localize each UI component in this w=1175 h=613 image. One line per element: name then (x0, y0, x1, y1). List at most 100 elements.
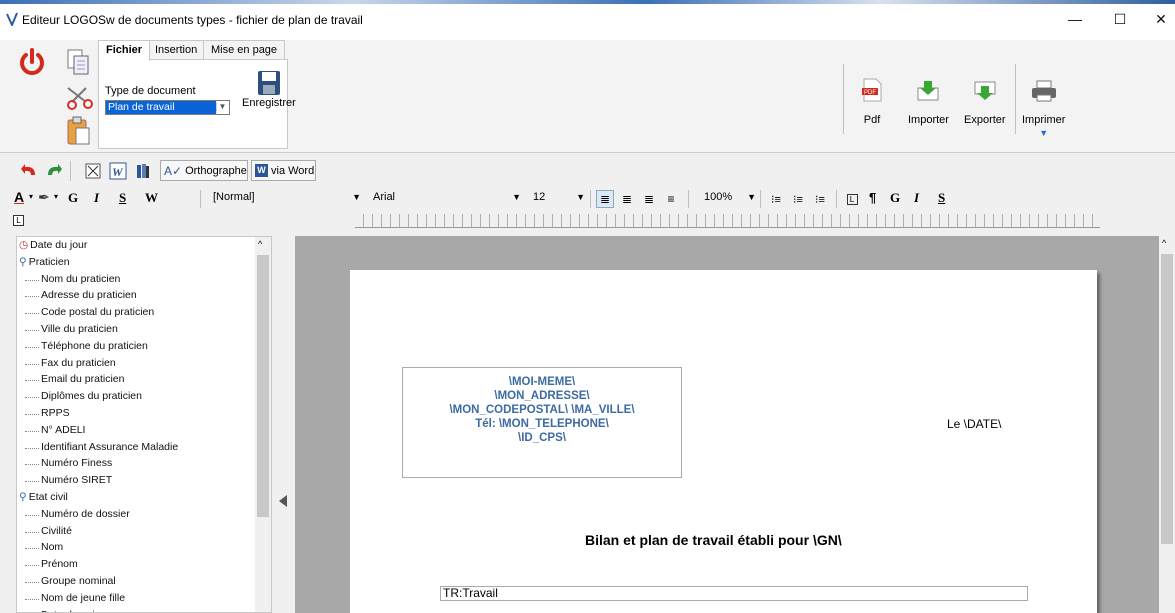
letterhead-line: \MON_CODEPOSTAL\ \MA_VILLE\ (449, 404, 635, 416)
highlight-dropdown-icon[interactable]: ▾ (54, 192, 58, 201)
travail-field[interactable]: TR:Travail (440, 586, 1028, 601)
collapse-left-icon[interactable] (277, 494, 289, 508)
clock-icon: ◷ (19, 239, 29, 251)
tree-scrollbar[interactable]: ^ (255, 237, 271, 612)
tree-connector (25, 430, 39, 432)
redo-icon[interactable] (45, 163, 63, 179)
font-color-dropdown-icon[interactable]: ▾ (29, 192, 33, 201)
word-doc-icon[interactable]: W (109, 162, 127, 180)
highlight-icon[interactable]: ✒ (38, 189, 50, 206)
person-icon: ⚲ (19, 255, 27, 268)
tree-item[interactable]: Ville du praticien (41, 323, 118, 335)
tree-item[interactable]: Nom du praticien (41, 273, 120, 285)
document-scroll-thumb[interactable] (1161, 254, 1173, 544)
align-left-button[interactable]: ≣ (596, 190, 614, 208)
tree-item[interactable]: Groupe nominal (41, 575, 116, 587)
document-scrollbar[interactable]: ^ (1159, 236, 1175, 613)
underline-button[interactable]: S (119, 190, 126, 206)
tree-connector (25, 565, 39, 567)
tab-type-icon[interactable]: L (13, 215, 24, 226)
align-right-button[interactable]: ≣ (640, 190, 658, 208)
tree-item[interactable]: Email du praticien (41, 373, 124, 385)
chevron-down-icon: ▼ (216, 102, 228, 113)
tree-item[interactable]: RPPS (41, 407, 70, 419)
tree-item[interactable]: Code postal du praticien (41, 306, 154, 318)
underline-style-button[interactable]: S (938, 190, 945, 206)
tree-group[interactable]: ⚲ Etat civil (19, 491, 68, 503)
bold-style-button[interactable]: G (890, 190, 900, 206)
print-button[interactable]: Imprimer ▼ (1022, 80, 1065, 138)
pilcrow-button[interactable]: ¶ (869, 190, 876, 205)
tree-group[interactable]: ⚲ Praticien (19, 256, 70, 268)
tab-insertion[interactable]: Insertion (147, 40, 206, 60)
ruler[interactable] (355, 214, 1100, 228)
tree-item[interactable]: Identifiant Assurance Maladie (41, 441, 178, 453)
print-label: Imprimer (1022, 114, 1066, 126)
power-icon[interactable] (18, 48, 46, 76)
zoom-select[interactable]: 100% ▼ (704, 191, 756, 207)
size-value: 12 (533, 191, 546, 203)
numbered-list-button[interactable]: ⁝≡ (767, 190, 785, 208)
spellcheck-button[interactable]: A✓ Orthographe (160, 160, 248, 181)
tree-item[interactable]: Numéro Finess (41, 457, 112, 469)
spellcheck-label: Orthographe (185, 164, 247, 177)
ribbon: Fichier Insertion Mise en page Type de d… (0, 40, 1175, 153)
tab-mise-en-page[interactable]: Mise en page (203, 40, 286, 60)
bullet-list-button[interactable]: ⁝≡ (789, 190, 807, 208)
minimize-button[interactable]: — (1060, 8, 1090, 30)
chevron-down-icon: ▼ (576, 192, 585, 202)
tab-fichier[interactable]: Fichier (98, 40, 151, 61)
align-center-button[interactable]: ≣ (618, 190, 636, 208)
close-button[interactable]: ✕ (1146, 8, 1175, 30)
tree-item[interactable]: Nom de jeune fille (41, 592, 125, 604)
undo-icon[interactable] (20, 163, 38, 179)
style-select[interactable]: [Normal] ▼ (213, 191, 361, 207)
paste-icon[interactable] (66, 116, 92, 146)
document-page[interactable]: \MOI-MEME\ \MON_ADRESSE\ \MON_CODEPOSTAL… (350, 270, 1097, 613)
ruler-row: L (0, 212, 1175, 230)
save-button[interactable]: Enregistrer (242, 70, 296, 109)
clear-format-icon[interactable] (84, 162, 102, 180)
tree-group[interactable]: ◷ Date du jour (19, 239, 87, 251)
tree-item[interactable]: Numéro de dossier (41, 508, 130, 520)
justify-button[interactable]: ≡ (662, 190, 680, 208)
tree-scroll-thumb[interactable] (257, 255, 269, 517)
splitter[interactable] (273, 236, 295, 613)
tree-item[interactable]: Numéro SIRET (41, 474, 112, 486)
bold-button[interactable]: G (68, 190, 78, 206)
tree-item[interactable]: Diplômes du praticien (41, 390, 142, 402)
tree-item[interactable]: Fax du praticien (41, 357, 116, 369)
tree-item[interactable]: Prénom (41, 558, 78, 570)
export-icon (974, 81, 996, 100)
import-label: Importer (908, 114, 949, 126)
doc-type-select[interactable]: Plan de travail ▼ (105, 100, 230, 115)
italic-button[interactable]: I (94, 190, 99, 206)
tree-item[interactable]: Nom (41, 541, 63, 553)
tree-item[interactable]: Téléphone du praticien (41, 340, 148, 352)
export-button[interactable]: Exporter (964, 80, 1006, 126)
print-dropdown-icon[interactable]: ▼ (1039, 128, 1048, 138)
multilevel-list-button[interactable]: ⁝≡ (811, 190, 829, 208)
font-color-icon[interactable]: A (14, 189, 24, 205)
pdf-button[interactable]: PDF Pdf (862, 78, 882, 126)
tab-stop-button[interactable]: L (843, 190, 861, 208)
italic-style-button[interactable]: I (914, 190, 919, 206)
tree-item[interactable]: N° ADELI (41, 424, 85, 436)
size-select[interactable]: 12 ▼ (533, 191, 585, 207)
cut-icon[interactable] (64, 84, 94, 110)
scroll-up-icon[interactable]: ^ (1162, 238, 1166, 248)
maximize-button[interactable]: ☐ (1105, 8, 1135, 30)
person-icon: ⚲ (19, 491, 27, 503)
copy-icon[interactable] (66, 48, 92, 76)
via-word-button[interactable]: W via Word (251, 160, 316, 181)
word-format-button[interactable]: W (145, 190, 158, 206)
books-icon[interactable] (135, 162, 151, 180)
tree-item[interactable]: Civilité (41, 525, 72, 537)
import-button[interactable]: Importer (908, 80, 949, 126)
tree-item[interactable]: Date de naissance (41, 609, 128, 612)
scroll-up-icon[interactable]: ^ (258, 239, 262, 249)
tree-connector (25, 296, 39, 298)
pdf-label: Pdf (863, 114, 881, 126)
tree-item[interactable]: Adresse du praticien (41, 289, 137, 301)
font-select[interactable]: Arial ▼ (373, 191, 521, 207)
